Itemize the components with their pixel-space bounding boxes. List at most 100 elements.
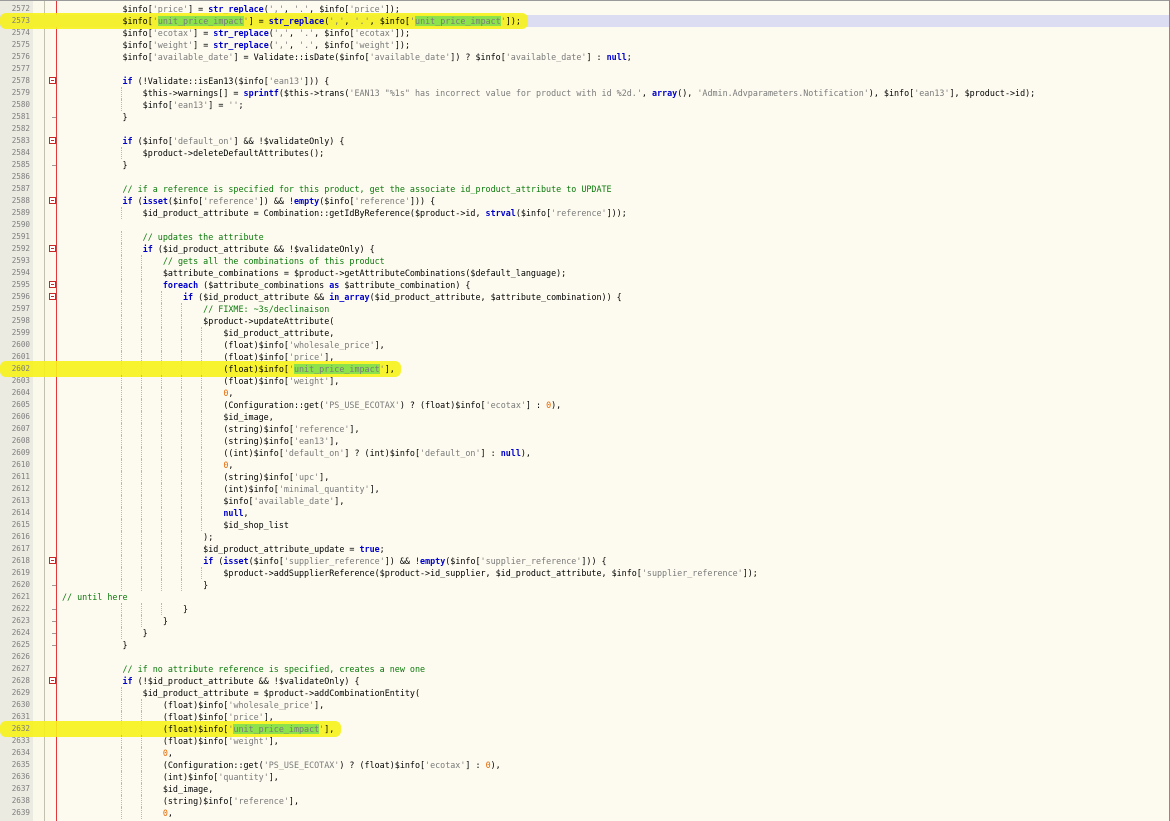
fold-collapse-icon[interactable] — [49, 245, 56, 252]
code-line[interactable]: 2609 ((int)$info['default_on'] ? (int)$i… — [0, 447, 1170, 459]
code-line[interactable]: 2617 $id_product_attribute_update = true… — [0, 543, 1170, 555]
fold-end-marker — [52, 579, 56, 586]
fold-collapse-icon[interactable] — [49, 677, 56, 684]
code-line[interactable]: 2627 // if no attribute reference is spe… — [0, 663, 1170, 675]
line-number: 2594 — [11, 268, 30, 277]
code-line[interactable]: 2594 $attribute_combinations = $product-… — [0, 267, 1170, 279]
code-line[interactable]: 2613 $info['available_date'], — [0, 495, 1170, 507]
code-text: $id_product_attribute, — [62, 328, 335, 338]
code-line[interactable]: 2626 — [0, 651, 1170, 663]
fold-collapse-icon[interactable] — [49, 137, 56, 144]
code-line[interactable]: 2603 (float)$info['weight'], — [0, 375, 1170, 387]
code-line[interactable]: 2585 } — [0, 159, 1170, 171]
code-line[interactable]: 2602 (float)$info['unit_price_impact'], — [0, 361, 1170, 377]
code-line[interactable]: 2573 $info['unit_price_impact'] = str_re… — [0, 13, 1170, 29]
fold-collapse-icon[interactable] — [49, 557, 56, 564]
code-line[interactable]: 2606 $id_image, — [0, 411, 1170, 423]
code-text: $id_image, — [62, 784, 214, 794]
code-line[interactable]: 2625 } — [0, 639, 1170, 651]
line-number: 2596 — [11, 292, 30, 301]
code-line[interactable]: 2582 — [0, 123, 1170, 135]
code-line[interactable]: 2579 $this->warnings[] = sprintf($this->… — [0, 87, 1170, 99]
fold-collapse-icon[interactable] — [49, 293, 56, 300]
fold-collapse-icon[interactable] — [49, 197, 56, 204]
code-line[interactable]: 2630 (float)$info['wholesale_price'], — [0, 699, 1170, 711]
code-line[interactable]: 2634 0, — [0, 747, 1170, 759]
code-line[interactable]: 2597 // FIXME: ~3s/declinaison — [0, 303, 1170, 315]
code-line[interactable]: 2591 // updates the attribute — [0, 231, 1170, 243]
code-line[interactable]: 2638 (string)$info['reference'], — [0, 795, 1170, 807]
code-line[interactable]: 2577 — [0, 63, 1170, 75]
code-text: if ($info['default_on'] && !$validateOnl… — [122, 136, 345, 146]
code-line[interactable]: 2636 (int)$info['quantity'], — [0, 771, 1170, 783]
code-text: if (!$id_product_attribute && !$validate… — [122, 676, 360, 686]
code-line[interactable]: 2600 (float)$info['wholesale_price'], — [0, 339, 1170, 351]
code-line[interactable]: 2618 if (isset($info['supplier_reference… — [0, 555, 1170, 567]
code-line[interactable]: 2574 $info['ecotax'] = str_replace(',', … — [0, 27, 1170, 39]
code-line[interactable]: 2629 $id_product_attribute = $product->a… — [0, 687, 1170, 699]
line-number: 2606 — [11, 412, 30, 421]
code-line[interactable]: 2628 if (!$id_product_attribute && !$val… — [0, 675, 1170, 687]
code-line[interactable]: 2607 (string)$info['reference'], — [0, 423, 1170, 435]
code-line[interactable]: 2575 $info['weight'] = str_replace(',', … — [0, 39, 1170, 51]
code-text: if (isset($info['supplier_reference']) &… — [203, 556, 607, 566]
code-line[interactable]: 2610 0, — [0, 459, 1170, 471]
code-line[interactable]: 2637 $id_image, — [0, 783, 1170, 795]
line-number: 2630 — [11, 700, 30, 709]
line-number: 2583 — [11, 136, 30, 145]
code-line[interactable]: 2612 (int)$info['minimal_quantity'], — [0, 483, 1170, 495]
line-number: 2590 — [11, 220, 30, 229]
code-line[interactable]: 2632 (float)$info['unit_price_impact'], — [0, 721, 1170, 737]
code-line[interactable]: 2580 $info['ean13'] = ''; — [0, 99, 1170, 111]
code-line[interactable]: 2611 (string)$info['upc'], — [0, 471, 1170, 483]
code-line[interactable]: 2624 } — [0, 627, 1170, 639]
line-number: 2595 — [11, 280, 30, 289]
code-line[interactable]: 2608 (string)$info['ean13'], — [0, 435, 1170, 447]
line-number: 2578 — [11, 76, 30, 85]
code-line[interactable]: 2616 ); — [0, 531, 1170, 543]
code-line[interactable]: 2584 $product->deleteDefaultAttributes()… — [0, 147, 1170, 159]
code-text: (float)$info['wholesale_price'], — [62, 340, 385, 350]
code-line[interactable]: 2592 if ($id_product_attribute && !$vali… — [0, 243, 1170, 255]
code-line[interactable]: 2635 (Configuration::get('PS_USE_ECOTAX'… — [0, 759, 1170, 771]
code-text: // if a reference is specified for this … — [62, 184, 612, 194]
code-line[interactable]: 2583 if ($info['default_on'] && !$valida… — [0, 135, 1170, 147]
code-text: $id_image, — [62, 412, 274, 422]
code-line[interactable]: 2588 if (isset($info['reference']) && !e… — [0, 195, 1170, 207]
code-line[interactable]: 2619 $product->addSupplierReference($pro… — [0, 567, 1170, 579]
code-line[interactable]: 2633 (float)$info['weight'], — [0, 735, 1170, 747]
code-line[interactable]: 2590 — [0, 219, 1170, 231]
code-line[interactable]: 2599 $id_product_attribute, — [0, 327, 1170, 339]
code-line[interactable]: 2622 } — [0, 603, 1170, 615]
code-line[interactable]: 2605 (Configuration::get('PS_USE_ECOTAX'… — [0, 399, 1170, 411]
code-text: 0, — [223, 460, 234, 470]
code-line[interactable]: 2578 if (!Validate::isEan13($info['ean13… — [0, 75, 1170, 87]
code-line[interactable]: 2620 } — [0, 579, 1170, 591]
line-number: 2574 — [11, 28, 30, 37]
code-editor[interactable]: 2572 $info['price'] = str_replace(',', '… — [0, 0, 1170, 821]
code-line[interactable]: 2621 // until here — [0, 591, 1170, 603]
code-line[interactable]: 2598 $product->updateAttribute( — [0, 315, 1170, 327]
code-line[interactable]: 2586 — [0, 171, 1170, 183]
code-text: $info['ecotax'] = str_replace(',', '.', … — [62, 28, 411, 38]
code-line[interactable]: 2614 null, — [0, 507, 1170, 519]
code-text: $product->updateAttribute( — [62, 316, 335, 326]
code-text: } — [62, 160, 128, 170]
fold-collapse-icon[interactable] — [49, 281, 56, 288]
line-number: 2587 — [11, 184, 30, 193]
code-line[interactable]: 2587 // if a reference is specified for … — [0, 183, 1170, 195]
code-line[interactable]: 2595 foreach ($attribute_combinations as… — [0, 279, 1170, 291]
code-text: ); — [62, 532, 214, 542]
code-line[interactable]: 2576 $info['available_date'] = Validate:… — [0, 51, 1170, 63]
code-line[interactable]: 2615 $id_shop_list — [0, 519, 1170, 531]
code-line[interactable]: 2581 } — [0, 111, 1170, 123]
code-line[interactable]: 2596 if ($id_product_attribute && in_arr… — [0, 291, 1170, 303]
code-line[interactable]: 2639 0, — [0, 807, 1170, 819]
code-line[interactable]: 2604 0, — [0, 387, 1170, 399]
editor-top-border — [0, 0, 1170, 1]
fold-collapse-icon[interactable] — [49, 77, 56, 84]
code-line[interactable]: 2623 } — [0, 615, 1170, 627]
code-line[interactable]: 2593 // gets all the combinations of thi… — [0, 255, 1170, 267]
code-line[interactable]: 2589 $id_product_attribute = Combination… — [0, 207, 1170, 219]
code-text: $this->warnings[] = sprintf($this->trans… — [62, 88, 1036, 98]
